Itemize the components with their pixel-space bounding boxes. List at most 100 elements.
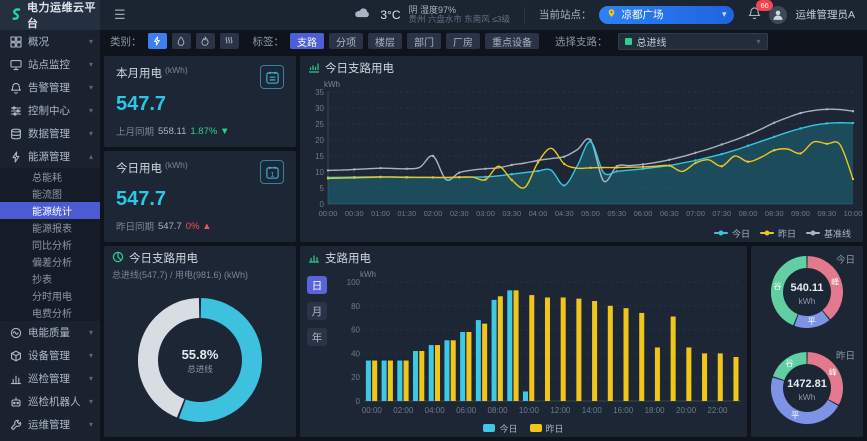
svg-text:10: 10 xyxy=(315,168,324,177)
sidebar-item-inspection-manage[interactable]: 巡检管理▾ xyxy=(0,367,100,390)
chevron-icon: ▾ xyxy=(89,129,93,138)
ops-icon xyxy=(10,419,22,431)
tag-branch-button[interactable]: 支路 xyxy=(290,33,324,49)
svg-text:10:00: 10:00 xyxy=(844,209,863,218)
svg-text:kWh: kWh xyxy=(799,392,816,402)
sidebar-item-site-monitor[interactable]: 站点监控▾ xyxy=(0,53,100,76)
tag-floor-button[interactable]: 楼层 xyxy=(368,33,402,49)
sidebar-subitem-yoy-analysis[interactable]: 同比分析 xyxy=(0,236,100,253)
category-electricity-button[interactable] xyxy=(148,33,167,49)
collapse-menu-icon[interactable]: ☰ xyxy=(114,7,126,23)
legend-item[interactable]: 基准线 xyxy=(806,227,851,240)
month-usage-title: 本月用电 xyxy=(116,65,162,81)
sidebar-item-overview[interactable]: 概况▾ xyxy=(0,30,100,53)
svg-text:20: 20 xyxy=(351,373,360,382)
tag-subentry-button[interactable]: 分项 xyxy=(329,33,363,49)
svg-text:22:00: 22:00 xyxy=(707,406,728,415)
weather-location: 贵州 六盘水市 东南风 ≤3级 xyxy=(409,15,510,25)
svg-text:12:00: 12:00 xyxy=(550,406,571,415)
notifications-button[interactable]: 66 xyxy=(748,6,761,23)
svg-text:06:00: 06:00 xyxy=(456,406,477,415)
category-gas-button[interactable] xyxy=(196,33,215,49)
calendar-month-icon xyxy=(260,65,284,89)
svg-text:总进线: 总进线 xyxy=(187,364,213,374)
svg-text:35: 35 xyxy=(315,88,324,97)
tag-plant-button[interactable]: 厂房 xyxy=(446,33,480,49)
category-steam-button[interactable] xyxy=(220,33,239,49)
svg-text:09:00: 09:00 xyxy=(791,209,810,218)
legend-item[interactable]: 昨日 xyxy=(530,422,564,435)
sidebar-subitem-tou-power[interactable]: 分时用电 xyxy=(0,287,100,304)
sidebar-item-energy-manage[interactable]: 能源管理▴ xyxy=(0,145,100,168)
trend-down-icon: ▼ xyxy=(220,126,229,137)
stat-column: 本月用电 (kWh) 547.7 上月同期 558.11 1.87% ▼ xyxy=(104,56,296,242)
svg-text:100: 100 xyxy=(347,278,361,287)
legend-item[interactable]: 今日 xyxy=(714,227,750,240)
period-button-月[interactable]: 月 xyxy=(307,302,327,320)
svg-text:0: 0 xyxy=(320,200,325,209)
svg-text:07:00: 07:00 xyxy=(686,209,705,218)
svg-text:09:30: 09:30 xyxy=(817,209,836,218)
svg-text:40: 40 xyxy=(351,349,360,358)
filter-bar: 类别： 标签： 支路分项楼层部门厂房重点设备 选择支路： 总进线 ▾ xyxy=(100,30,867,52)
donut-title: 今日支路用电 xyxy=(129,250,198,266)
sidebar-subitem-energy-stats[interactable]: 能源统计 xyxy=(0,202,100,219)
location-pin-icon xyxy=(607,8,616,21)
sidebar-item-data-manage[interactable]: 数据管理▾ xyxy=(0,122,100,145)
sidebar-submenu: 总能耗能流图能源统计能源报表同比分析偏差分析抄表分时用电电费分析 xyxy=(0,168,100,321)
svg-text:1472.81: 1472.81 xyxy=(787,378,827,390)
svg-text:02:30: 02:30 xyxy=(450,209,469,218)
category-label: 类别： xyxy=(110,34,142,49)
svg-text:kWh: kWh xyxy=(799,296,816,306)
chevron-icon: ▾ xyxy=(89,106,93,115)
branch-select[interactable]: 总进线 ▾ xyxy=(618,33,768,50)
svg-text:05:30: 05:30 xyxy=(607,209,626,218)
category-water-button[interactable] xyxy=(172,33,191,49)
sidebar-subitem-energy-report[interactable]: 能源报表 xyxy=(0,219,100,236)
sidebar-item-device-manage[interactable]: 设备管理▾ xyxy=(0,344,100,367)
app-title: 电力运维云平台 xyxy=(27,0,100,31)
energy-icon xyxy=(10,151,22,163)
station-select[interactable]: 凉都广场 ▾ xyxy=(599,6,734,24)
sidebar-item-power-quality[interactable]: 电能质量▾ xyxy=(0,321,100,344)
tag-key-device-button[interactable]: 重点设备 xyxy=(485,33,539,49)
sidebar-item-control-center[interactable]: 控制中心▾ xyxy=(0,99,100,122)
sidebar-subitem-tariff-analysis[interactable]: 电费分析 xyxy=(0,304,100,321)
chevron-icon: ▾ xyxy=(89,83,93,92)
sidebar-nav: 概况▾站点监控▾告警管理▾控制中心▾数据管理▾能源管理▴总能耗能流图能源统计能源… xyxy=(0,30,100,441)
chevron-icon: ▾ xyxy=(89,328,93,337)
app-root: 电力运维云平台 ☰ 3°C 阴 湿度97% 贵州 六盘水市 东南风 ≤3级 当前… xyxy=(0,0,867,441)
legend-item[interactable]: 昨日 xyxy=(760,227,796,240)
sidebar-item-ops-manage[interactable]: 运维管理▾ xyxy=(0,413,100,436)
svg-text:07:30: 07:30 xyxy=(712,209,731,218)
legend-item[interactable]: 今日 xyxy=(483,422,517,435)
svg-text:60: 60 xyxy=(351,326,360,335)
sidebar-item-alarm-manage[interactable]: 告警管理▾ xyxy=(0,76,100,99)
svg-text:kWh: kWh xyxy=(324,80,340,89)
period-button-年[interactable]: 年 xyxy=(307,328,327,346)
today-usage-title: 今日用电 xyxy=(116,160,162,176)
user-avatar[interactable] xyxy=(769,6,787,24)
svg-text:25: 25 xyxy=(315,120,324,129)
bar-chart: kWh02040608010000:0002:0004:0006:0008:00… xyxy=(334,268,747,419)
svg-text:kWh: kWh xyxy=(360,270,376,279)
sidebar-subitem-meter-reading[interactable]: 抄表 xyxy=(0,270,100,287)
chevron-down-icon: ▾ xyxy=(722,9,727,20)
sidebar-subitem-deviation-analysis[interactable]: 偏差分析 xyxy=(0,253,100,270)
station-label: 当前站点： xyxy=(539,7,592,22)
period-button-日[interactable]: 日 xyxy=(307,276,327,294)
electricity-icon xyxy=(152,36,162,46)
today-usage-card: 今日用电 (kWh) 1 547.7 昨日同期 547.7 0% ▲ xyxy=(104,151,296,242)
svg-text:5: 5 xyxy=(320,184,325,193)
sidebar-item-inspection-robot[interactable]: 巡检机器人▾ xyxy=(0,390,100,413)
donut-subtitle: 总进线(547.7) / 用电(981.6) (kWh) xyxy=(104,266,296,281)
branch-color-icon xyxy=(625,38,632,45)
sidebar-subitem-energy-flow[interactable]: 能流图 xyxy=(0,185,100,202)
donut-panel: 今日支路用电 总进线(547.7) / 用电(981.6) (kWh) 55.8… xyxy=(104,246,296,437)
svg-text:18:00: 18:00 xyxy=(645,406,666,415)
chevron-icon: ▴ xyxy=(89,152,93,161)
sidebar-subitem-total-energy[interactable]: 总能耗 xyxy=(0,168,100,185)
line-chart-icon xyxy=(308,61,320,76)
tag-department-button[interactable]: 部门 xyxy=(407,33,441,49)
bell-icon xyxy=(10,82,22,94)
